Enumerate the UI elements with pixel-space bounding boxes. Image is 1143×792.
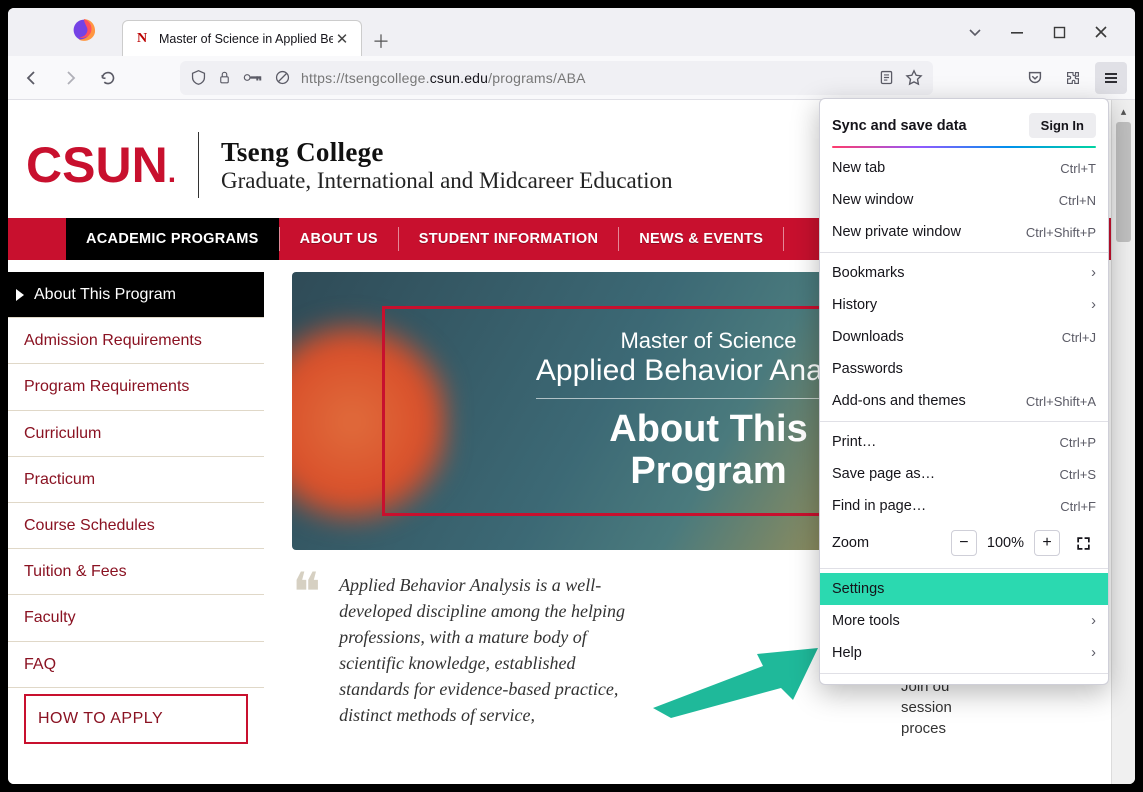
tab-close-button[interactable]: ✕	[333, 30, 351, 48]
menu-addons[interactable]: Add-ons and themesCtrl+Shift+A	[820, 385, 1108, 417]
side-tuition[interactable]: Tuition & Fees	[8, 549, 264, 595]
menu-print[interactable]: Print…Ctrl+P	[820, 426, 1108, 458]
tabs-dropdown-button[interactable]	[963, 20, 987, 44]
side-faq[interactable]: FAQ	[8, 642, 264, 688]
zoom-out-button[interactable]: −	[951, 530, 977, 556]
quote-mark-icon: ❝	[292, 572, 321, 729]
scroll-thumb[interactable]	[1116, 122, 1131, 242]
firefox-logo-icon	[68, 14, 100, 46]
menu-help[interactable]: Help›	[820, 637, 1108, 669]
sign-in-button[interactable]: Sign In	[1029, 113, 1096, 138]
csun-logo[interactable]: CSUN.	[26, 136, 176, 194]
menu-new-window[interactable]: New windowCtrl+N	[820, 184, 1108, 216]
window-maximize-button[interactable]	[1047, 20, 1071, 44]
window-minimize-button[interactable]	[1005, 20, 1029, 44]
menu-sync[interactable]: Sync and save data Sign In	[820, 105, 1108, 146]
shield-icon	[190, 69, 207, 86]
menu-bookmarks[interactable]: Bookmarks›	[820, 257, 1108, 289]
nav-back-button[interactable]	[16, 62, 48, 94]
chevron-right-icon: ›	[1091, 265, 1096, 281]
fullscreen-button[interactable]	[1070, 530, 1096, 556]
menu-downloads[interactable]: DownloadsCtrl+J	[820, 321, 1108, 353]
reader-view-icon[interactable]	[878, 69, 895, 86]
nav-programs[interactable]: ACADEMIC PROGRAMS	[66, 218, 279, 260]
pocket-icon[interactable]	[1019, 62, 1051, 94]
url-text: https://tsengcollege.csun.edu/programs/A…	[301, 70, 868, 86]
zoom-value: 100%	[987, 535, 1024, 551]
tracking-blocked-icon	[274, 69, 291, 86]
extensions-icon[interactable]	[1057, 62, 1089, 94]
permissions-icon	[242, 70, 264, 85]
tab-title: Master of Science in Applied Be	[159, 32, 333, 46]
side-program-req[interactable]: Program Requirements	[8, 364, 264, 410]
chevron-right-icon: ›	[1091, 297, 1096, 313]
browser-toolbar: https://tsengcollege.csun.edu/programs/A…	[8, 56, 1135, 100]
info-session-text: Join ou session proces	[901, 676, 1091, 739]
chevron-right-icon: ›	[1091, 613, 1096, 629]
side-curriculum[interactable]: Curriculum	[8, 411, 264, 457]
nav-news[interactable]: NEWS & EVENTS	[619, 218, 783, 260]
menu-save-page[interactable]: Save page as…Ctrl+S	[820, 458, 1108, 490]
nav-reload-button[interactable]	[92, 62, 124, 94]
side-how-to-apply[interactable]: HOW TO APPLY	[24, 694, 248, 744]
window-titlebar: N Master of Science in Applied Be ✕ ＋	[8, 8, 1135, 56]
side-admission[interactable]: Admission Requirements	[8, 318, 264, 364]
side-about-program[interactable]: About This Program	[8, 272, 264, 318]
nav-about[interactable]: ABOUT US	[280, 218, 398, 260]
menu-new-tab[interactable]: New tabCtrl+T	[820, 152, 1108, 184]
menu-settings[interactable]: Settings	[820, 573, 1108, 605]
menu-new-private[interactable]: New private windowCtrl+Shift+P	[820, 216, 1108, 248]
zoom-in-button[interactable]: +	[1034, 530, 1060, 556]
college-tagline: Graduate, International and Midcareer Ed…	[221, 168, 673, 194]
chevron-right-icon: ›	[1091, 645, 1096, 661]
side-practicum[interactable]: Practicum	[8, 457, 264, 503]
college-name: Tseng College	[221, 137, 673, 168]
tab-favicon-icon: N	[133, 30, 151, 48]
bookmark-star-icon[interactable]	[905, 69, 923, 87]
menu-find[interactable]: Find in page…Ctrl+F	[820, 490, 1108, 522]
menu-zoom: Zoom − 100% +	[820, 522, 1108, 564]
lock-icon	[217, 70, 232, 85]
menu-more-tools[interactable]: More tools›	[820, 605, 1108, 637]
side-faculty[interactable]: Faculty	[8, 595, 264, 641]
page-scrollbar[interactable]: ▴	[1111, 100, 1135, 784]
window-close-button[interactable]	[1089, 20, 1113, 44]
url-bar[interactable]: https://tsengcollege.csun.edu/programs/A…	[180, 61, 933, 95]
side-schedules[interactable]: Course Schedules	[8, 503, 264, 549]
nav-forward-button[interactable]	[54, 62, 86, 94]
app-menu-button[interactable]	[1095, 62, 1127, 94]
new-tab-button[interactable]: ＋	[366, 26, 396, 56]
scroll-up-icon[interactable]: ▴	[1112, 100, 1135, 122]
app-menu: Sync and save data Sign In New tabCtrl+T…	[819, 98, 1109, 685]
nav-student-info[interactable]: STUDENT INFORMATION	[399, 218, 618, 260]
browser-tab[interactable]: N Master of Science in Applied Be ✕	[122, 20, 362, 56]
quote-text: Applied Behavior Analysis is a well-deve…	[339, 572, 629, 729]
sidebar: About This Program Admission Requirement…	[8, 260, 264, 744]
menu-history[interactable]: History›	[820, 289, 1108, 321]
menu-passwords[interactable]: Passwords	[820, 353, 1108, 385]
